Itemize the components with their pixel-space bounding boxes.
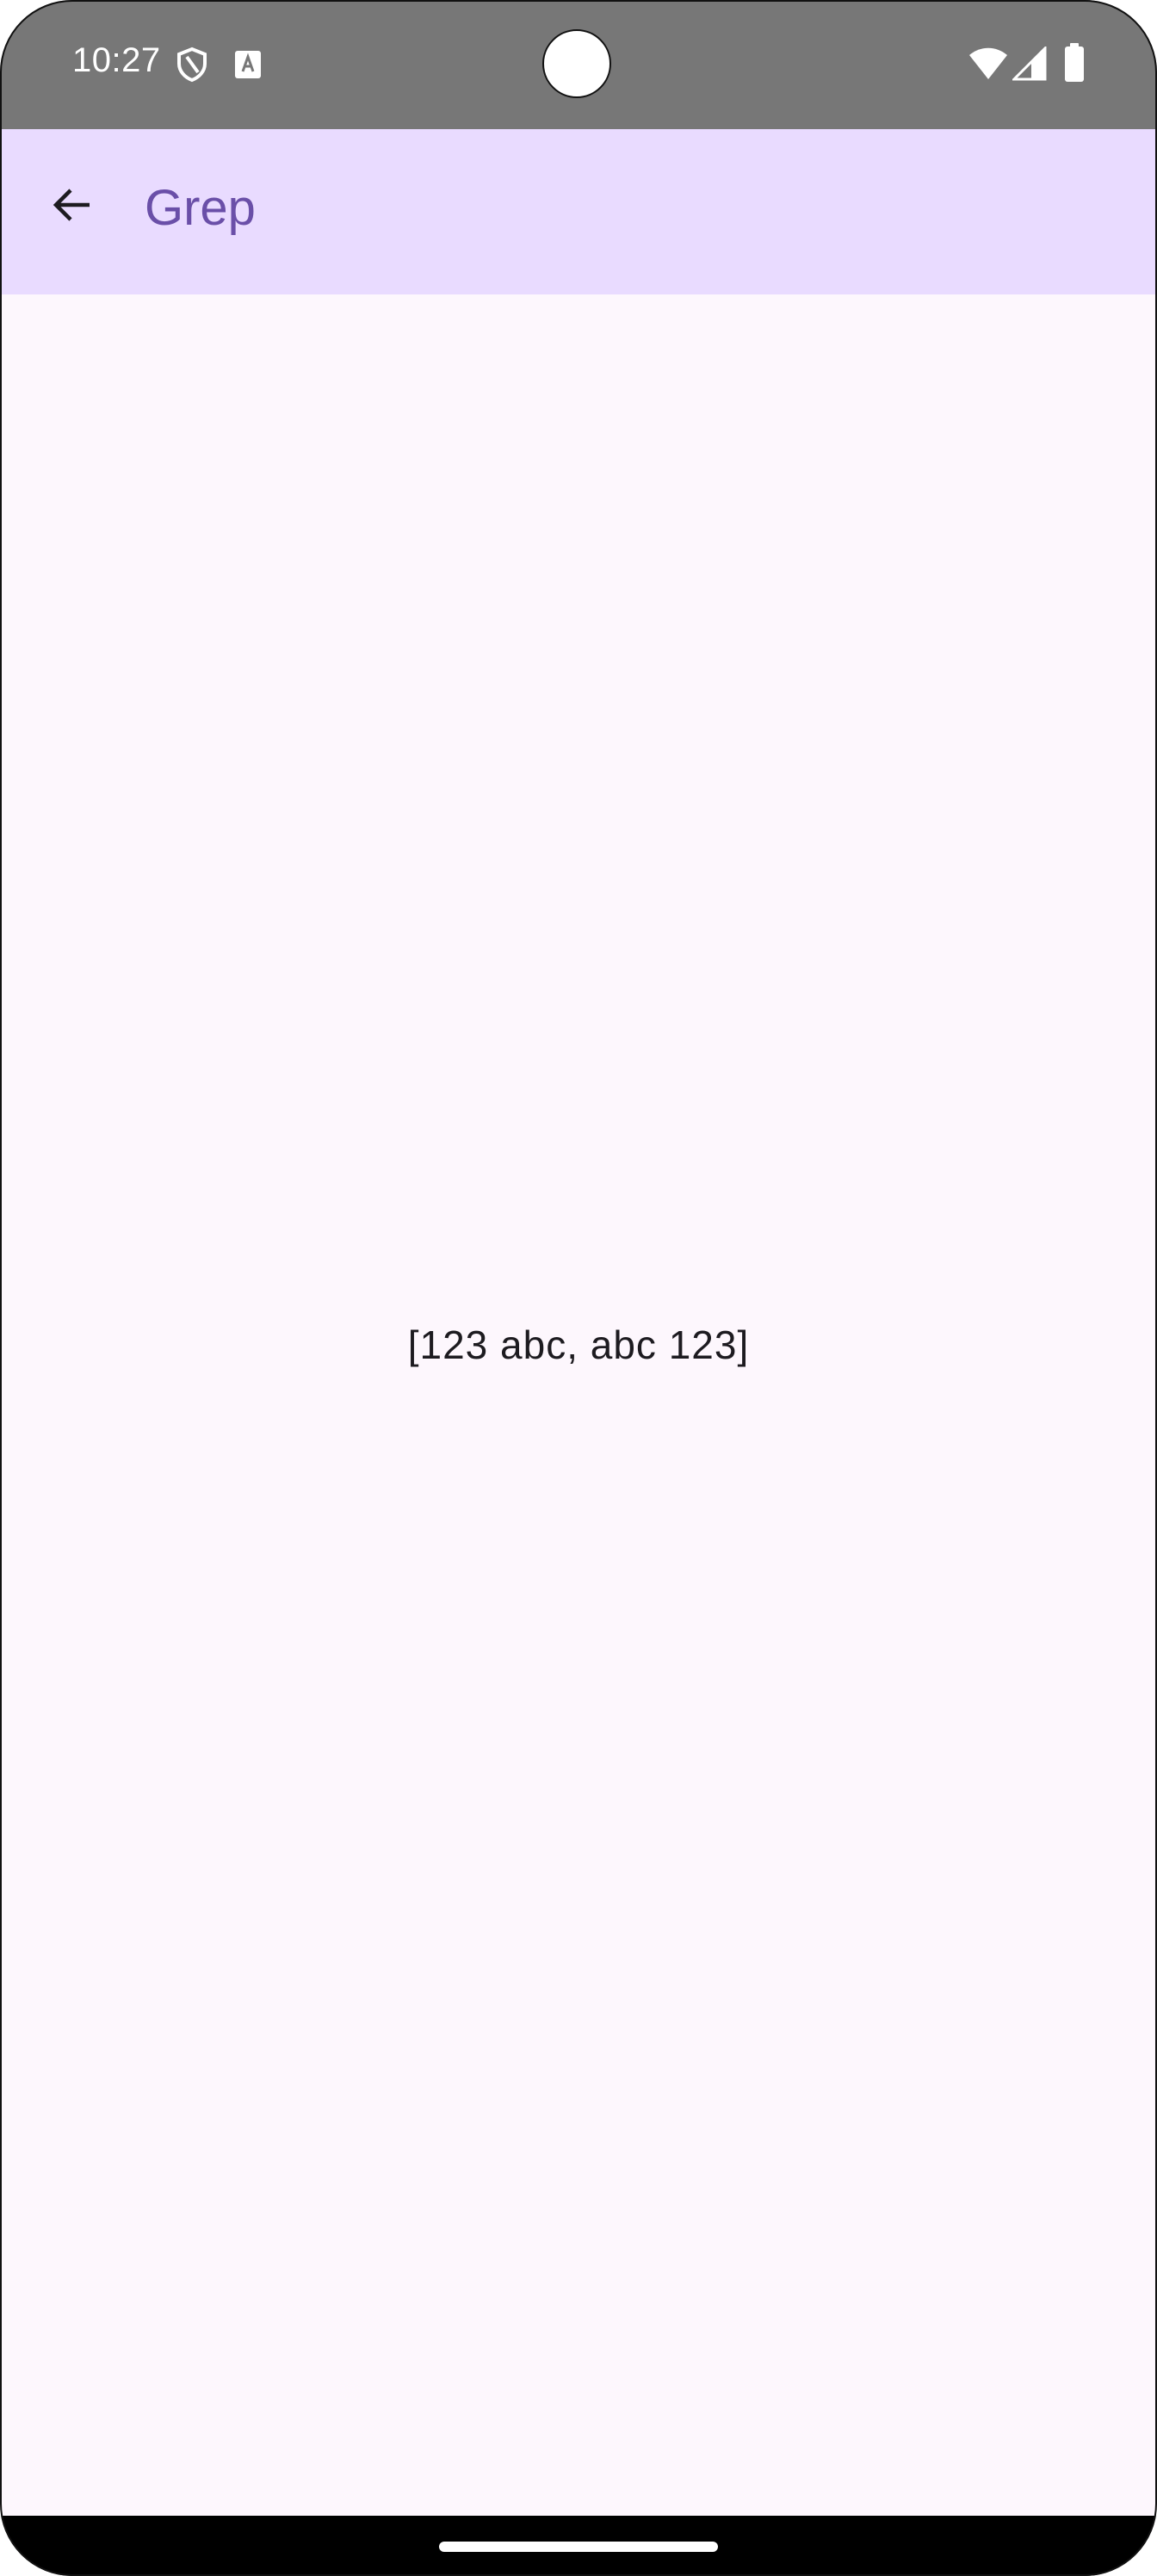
wifi-icon — [968, 46, 1009, 85]
front-camera — [542, 29, 611, 98]
home-gesture-handle[interactable] — [439, 2542, 718, 2552]
cellular-signal-icon — [1011, 45, 1047, 85]
top-app-bar: Grep — [0, 129, 1157, 294]
navigation-bar — [0, 2516, 1157, 2576]
page-title: Grep — [145, 180, 256, 236]
battery-icon — [1064, 43, 1085, 87]
main-content: [123 abc, abc 123] — [0, 294, 1157, 2516]
status-bar: 10:27 — [0, 0, 1157, 129]
arrow-back-icon — [50, 183, 95, 232]
accessibility-a-icon — [234, 50, 262, 84]
phone-screen: 10:27 Grep [123 abc, abc 123] — [0, 0, 1157, 2576]
shield-icon — [176, 46, 208, 87]
grep-result-text: [123 abc, abc 123] — [407, 1322, 750, 1367]
status-time: 10:27 — [72, 41, 161, 79]
back-button[interactable] — [31, 165, 114, 248]
